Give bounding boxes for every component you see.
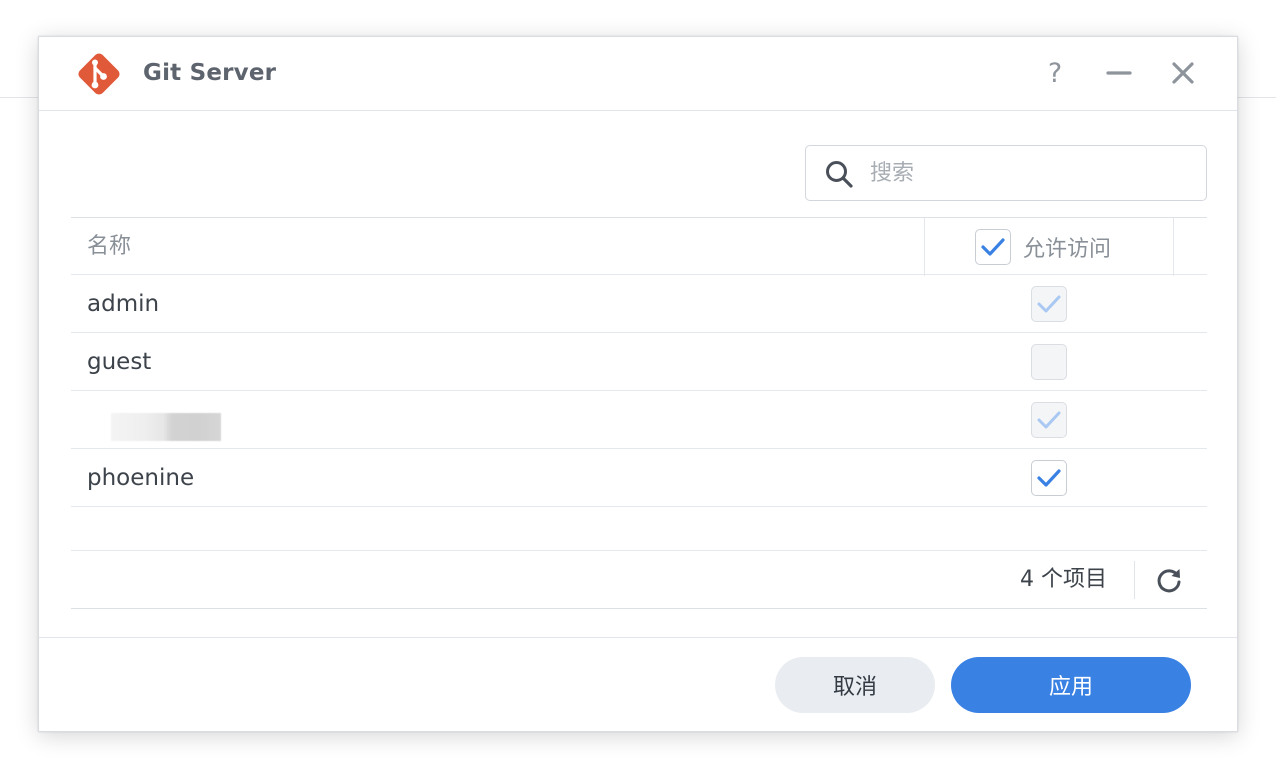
table-row[interactable]: [71, 391, 1207, 449]
window-title: Git Server: [143, 60, 277, 86]
search-box[interactable]: [805, 145, 1207, 201]
access-checkbox[interactable]: [1031, 402, 1067, 438]
column-header-access-label[interactable]: 允许访问: [1023, 231, 1111, 263]
user-permission-grid: 名称 允许访问 admin guest phoenine 4 个项目: [71, 217, 1207, 609]
column-header-access: 允许访问: [975, 218, 1111, 276]
user-name: phoenine: [87, 465, 195, 491]
help-button[interactable]: ?: [1037, 55, 1073, 91]
minimize-button[interactable]: [1101, 55, 1137, 91]
select-all-access-checkbox[interactable]: [975, 229, 1011, 265]
close-button[interactable]: [1165, 55, 1201, 91]
close-icon: [1172, 62, 1194, 84]
background-edge-line: [0, 97, 38, 98]
table-row[interactable]: guest: [71, 333, 1207, 391]
minimize-icon: [1106, 71, 1132, 75]
background-edge-line: [1238, 97, 1276, 98]
git-server-window: Git Server ? 名称: [38, 36, 1238, 732]
help-icon: ?: [1047, 57, 1063, 89]
grid-footer: 4 个项目: [71, 551, 1207, 609]
grid-header: 名称 允许访问: [71, 217, 1207, 276]
checkmark-icon: [981, 238, 1005, 256]
cancel-button[interactable]: 取消: [775, 657, 935, 713]
table-row[interactable]: admin: [71, 275, 1207, 333]
column-divider: [1173, 218, 1174, 276]
footer-divider: [1134, 561, 1135, 599]
checkmark-icon: [1037, 469, 1061, 487]
search-input[interactable]: [870, 154, 1190, 192]
grid-empty-space: [71, 507, 1207, 551]
search-icon: [826, 161, 853, 188]
item-count: 4 个项目: [1020, 567, 1107, 592]
apply-button[interactable]: 应用: [951, 657, 1191, 713]
user-name: admin: [87, 291, 160, 317]
title-bar[interactable]: Git Server ?: [39, 37, 1237, 111]
access-checkbox[interactable]: [1031, 344, 1067, 380]
redacted-user-name: [111, 413, 221, 441]
column-header-name[interactable]: 名称: [87, 218, 131, 276]
refresh-icon[interactable]: [1155, 566, 1183, 594]
checkmark-icon: [1037, 411, 1061, 429]
footer-divider-line: [39, 637, 1237, 638]
git-logo-icon: [78, 53, 120, 95]
access-checkbox[interactable]: [1031, 286, 1067, 322]
checkmark-icon: [1037, 295, 1061, 313]
user-name: guest: [87, 349, 152, 375]
access-checkbox[interactable]: [1031, 460, 1067, 496]
column-divider: [924, 218, 925, 276]
table-row[interactable]: phoenine: [71, 449, 1207, 507]
